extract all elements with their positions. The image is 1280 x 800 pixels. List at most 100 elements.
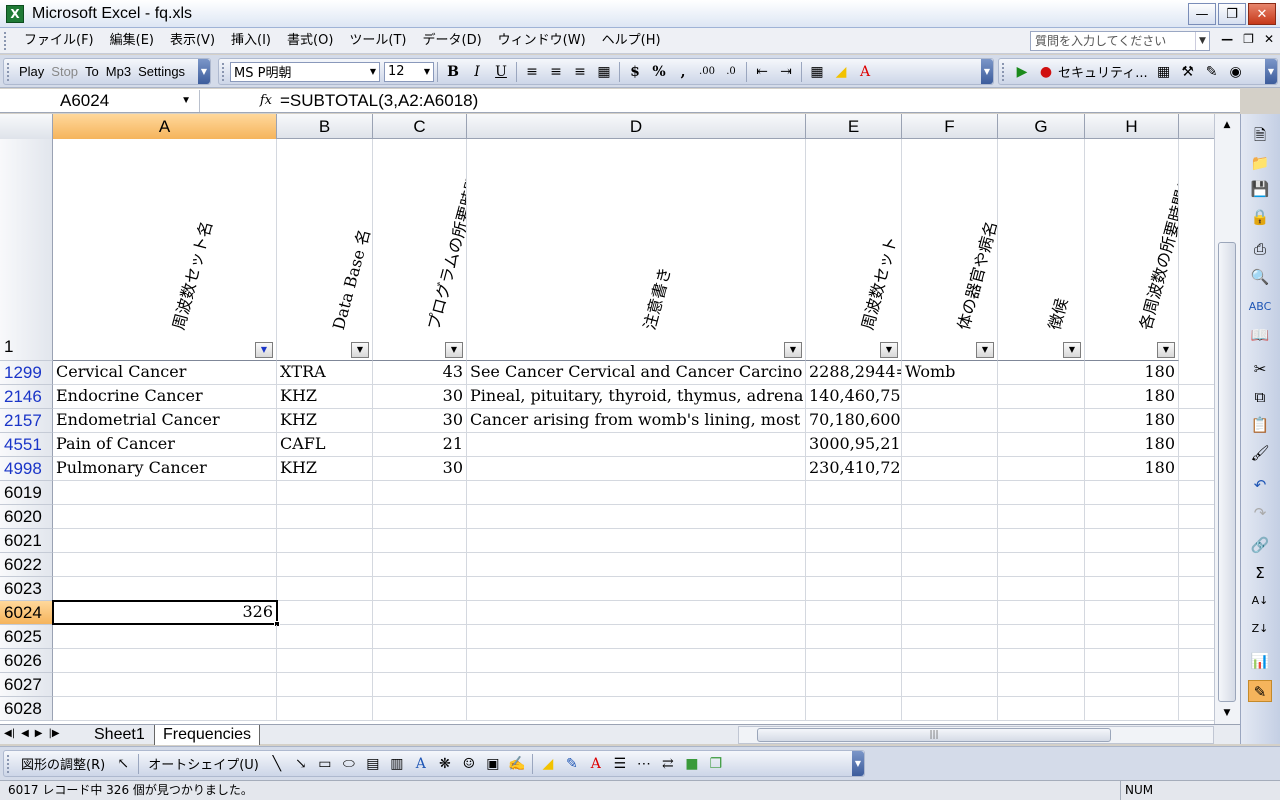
settings-button[interactable]: Settings — [138, 64, 185, 79]
cell-g[interactable] — [998, 577, 1085, 601]
format-painter-icon[interactable]: 🖌 — [1248, 442, 1272, 464]
sort-descending-icon[interactable]: Z↓ — [1248, 618, 1272, 640]
picture-icon[interactable]: ▣ — [481, 753, 505, 775]
cell-a[interactable] — [53, 529, 277, 553]
cell-d[interactable]: Pineal, pituitary, thyroid, thymus, adre… — [467, 385, 806, 409]
header-cell-h[interactable]: 各周波数の所要時間(秒) ▼ — [1085, 139, 1179, 361]
header-cell-b[interactable]: Data Base 名 ▼ — [277, 139, 373, 361]
stop-button[interactable]: Stop — [51, 64, 78, 79]
select-objects-icon[interactable]: ↖ — [111, 753, 135, 775]
menu-help[interactable]: ヘルプ(H) — [594, 30, 669, 52]
menu-tools[interactable]: ツール(T) — [341, 30, 414, 52]
header-cell-c[interactable]: プログラムの所要時間(分) ▼ — [373, 139, 467, 361]
cell-next[interactable] — [1179, 601, 1214, 625]
cell-e[interactable]: 140,460,750,2090,32500,47500,1 — [806, 385, 902, 409]
autosum-icon[interactable]: Σ — [1248, 562, 1272, 584]
row-header[interactable]: 6022 — [0, 553, 53, 577]
first-sheet-icon[interactable]: ◀| — [4, 726, 15, 742]
spelling-icon[interactable]: ABC — [1248, 296, 1272, 318]
3d-style-icon[interactable]: ❐ — [704, 753, 728, 775]
record-macro-icon[interactable]: ● — [1034, 61, 1058, 83]
cell-e[interactable] — [806, 481, 902, 505]
cell-a[interactable] — [53, 481, 277, 505]
decrease-decimal-icon[interactable]: .0 — [719, 61, 743, 83]
cell-b[interactable] — [277, 481, 373, 505]
vertical-scrollbar[interactable]: ▲ ▼ — [1214, 114, 1240, 724]
chevron-down-icon[interactable]: ▼ — [421, 63, 433, 81]
cell-a[interactable] — [53, 553, 277, 577]
cell-e[interactable] — [806, 697, 902, 721]
column-header-f[interactable]: F — [902, 114, 998, 139]
toolbar-options-icon[interactable]: ▼ — [1265, 59, 1277, 84]
new-file-icon[interactable]: 🗎 — [1248, 124, 1272, 146]
cell-g[interactable] — [998, 553, 1085, 577]
increase-decimal-icon[interactable]: .00 — [695, 61, 719, 83]
cell-h[interactable] — [1085, 529, 1179, 553]
toolbar-options-icon[interactable]: ▼ — [198, 59, 210, 84]
cell-e[interactable]: 2288,2944= — [806, 361, 902, 385]
decrease-indent-icon[interactable]: ⇤ — [750, 61, 774, 83]
cell-next[interactable] — [1179, 433, 1214, 457]
toolbar-options-icon[interactable]: ▼ — [852, 751, 864, 776]
cell-e[interactable] — [806, 673, 902, 697]
row-header-1[interactable]: 1 — [0, 139, 53, 361]
cell-f[interactable] — [902, 409, 998, 433]
cell-e[interactable] — [806, 601, 902, 625]
research-icon[interactable]: 📖 — [1248, 324, 1272, 346]
cell-next[interactable] — [1179, 625, 1214, 649]
cell-next[interactable] — [1179, 673, 1214, 697]
cell-a[interactable] — [53, 649, 277, 673]
row-header[interactable]: 6024 — [0, 601, 53, 625]
print-icon[interactable]: ⎙ — [1248, 238, 1272, 260]
cell-c[interactable] — [373, 649, 467, 673]
cell-f[interactable] — [902, 577, 998, 601]
cell-h[interactable] — [1085, 673, 1179, 697]
toolbar-grip[interactable] — [222, 62, 226, 81]
cell-a[interactable]: Pulmonary Cancer — [53, 457, 277, 481]
cell-c[interactable]: 21 — [373, 433, 467, 457]
cell-c[interactable] — [373, 529, 467, 553]
header-cell-f[interactable]: 体の器官や病名 ▼ — [902, 139, 998, 361]
print-preview-icon[interactable]: 🔍 — [1248, 266, 1272, 288]
cell-next[interactable] — [1179, 481, 1214, 505]
line-icon[interactable]: ╲ — [265, 753, 289, 775]
cell-a[interactable]: Pain of Cancer — [53, 433, 277, 457]
row-header[interactable]: 6027 — [0, 673, 53, 697]
cell-h[interactable] — [1085, 601, 1179, 625]
workbook-restore-button[interactable]: ❐ — [1243, 32, 1254, 46]
cell-d[interactable] — [467, 433, 806, 457]
row-header[interactable]: 6019 — [0, 481, 53, 505]
clip-art-icon[interactable]: ☺ — [457, 753, 481, 775]
cell-c[interactable] — [373, 625, 467, 649]
cell-b[interactable]: XTRA — [277, 361, 373, 385]
align-right-icon[interactable]: ≡ — [568, 61, 592, 83]
cell-a[interactable]: Cervical Cancer — [53, 361, 277, 385]
autofilter-dropdown-icon[interactable]: ▼ — [351, 342, 369, 358]
column-header-next[interactable] — [1179, 114, 1214, 139]
cell-h[interactable]: 180 — [1085, 409, 1179, 433]
cell-f[interactable] — [902, 649, 998, 673]
autofilter-dropdown-icon[interactable]: ▼ — [976, 342, 994, 358]
cell-c[interactable]: 43 — [373, 361, 467, 385]
text-box-icon[interactable]: ▤ — [361, 753, 385, 775]
toolbar-grip[interactable] — [7, 62, 11, 81]
cell-b[interactable] — [277, 601, 373, 625]
minimize-button[interactable]: — — [1188, 3, 1216, 25]
formula-input[interactable]: =SUBTOTAL(3,A2:A6018) — [280, 91, 478, 111]
shadow-style-icon[interactable]: ■ — [680, 753, 704, 775]
cell-h[interactable]: 180 — [1085, 457, 1179, 481]
cell-h[interactable] — [1085, 505, 1179, 529]
cell-f[interactable] — [902, 433, 998, 457]
menu-insert[interactable]: 挿入(I) — [223, 30, 279, 52]
prev-sheet-icon[interactable]: ◀ — [21, 726, 29, 742]
cell-next[interactable] — [1179, 385, 1214, 409]
cell-f[interactable] — [902, 553, 998, 577]
line-style-icon[interactable]: ☰ — [608, 753, 632, 775]
cell-d[interactable]: See Cancer Cervical and Cancer Carcino — [467, 361, 806, 385]
permission-icon[interactable]: 🔒 — [1248, 206, 1272, 228]
cell-f[interactable] — [902, 601, 998, 625]
cell-g[interactable] — [998, 481, 1085, 505]
autofilter-dropdown-icon[interactable]: ▼ — [784, 342, 802, 358]
worksheet-grid[interactable]: ABCDEFGH 1 周波数セット名 ▼ Data Base 名 ▼ プログラムの所要時… — [0, 114, 1214, 724]
workbook-close-button[interactable]: ✕ — [1264, 32, 1274, 46]
